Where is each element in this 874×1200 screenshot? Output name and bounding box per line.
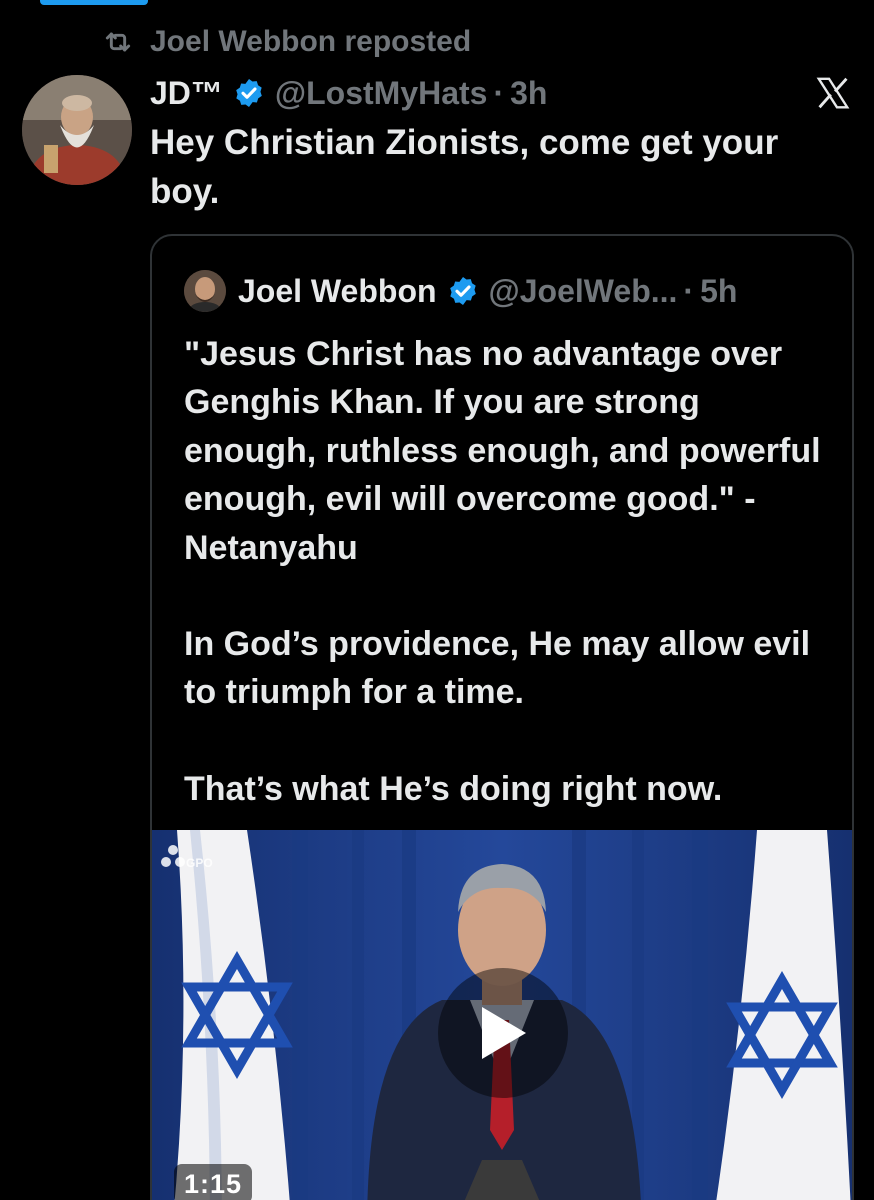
gpo-watermark: GPO bbox=[160, 844, 213, 870]
quoted-paragraph: That’s what He’s doing right now. bbox=[184, 769, 723, 808]
quoted-author-handle[interactable]: @JoelWeb... bbox=[489, 273, 678, 310]
quoted-avatar[interactable] bbox=[184, 270, 226, 312]
quoted-paragraph: In God’s providence, He may allow evil t… bbox=[184, 625, 811, 712]
quoted-post-header: Joel Webbon @JoelWeb... · 5h bbox=[184, 268, 737, 314]
watermark-text: GPO bbox=[186, 856, 213, 870]
quoted-post[interactable]: Joel Webbon @JoelWeb... · 5h "Jesus Chri… bbox=[150, 234, 854, 1200]
quoted-author-name[interactable]: Joel Webbon bbox=[238, 273, 437, 310]
verified-badge-icon[interactable] bbox=[447, 275, 479, 307]
play-button[interactable] bbox=[438, 968, 568, 1098]
post-time[interactable]: 3h bbox=[510, 75, 547, 112]
author-handle[interactable]: @LostMyHats bbox=[275, 75, 488, 112]
video-player[interactable]: GPO 1:15 bbox=[152, 830, 852, 1200]
active-tab-indicator bbox=[40, 0, 148, 5]
x-logo-icon[interactable] bbox=[812, 72, 854, 114]
separator-dot: · bbox=[493, 74, 505, 111]
repost-context[interactable]: Joel Webbon reposted bbox=[100, 22, 471, 62]
avatar[interactable] bbox=[22, 75, 132, 185]
gpo-logo-icon bbox=[161, 845, 185, 867]
play-icon bbox=[482, 1007, 526, 1059]
verified-badge-icon[interactable] bbox=[233, 77, 265, 109]
video-duration: 1:15 bbox=[174, 1164, 253, 1200]
quoted-post-time[interactable]: 5h bbox=[700, 273, 737, 310]
separator-dot: · bbox=[683, 272, 695, 309]
quoted-post-text: "Jesus Christ has no advantage over Geng… bbox=[184, 330, 834, 813]
repost-icon bbox=[105, 32, 131, 52]
post-header: JD™ @LostMyHats · 3h bbox=[150, 70, 547, 116]
post-text: Hey Christian Zionists, come get your bo… bbox=[150, 123, 779, 211]
quoted-paragraph: "Jesus Christ has no advantage over Geng… bbox=[184, 335, 821, 567]
repost-label: Joel Webbon reposted bbox=[150, 25, 472, 58]
author-name[interactable]: JD™ bbox=[150, 75, 223, 112]
